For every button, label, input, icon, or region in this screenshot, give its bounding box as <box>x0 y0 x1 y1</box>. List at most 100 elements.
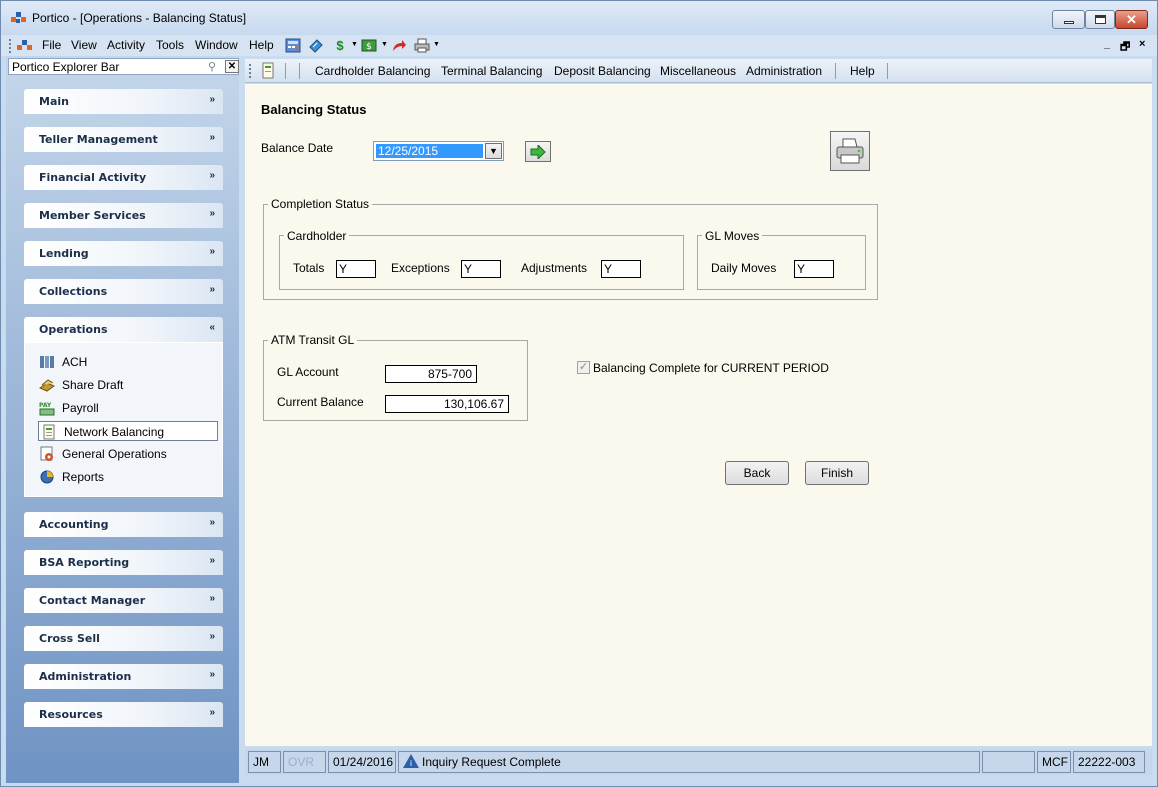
cardholder-title: Cardholder <box>284 229 350 243</box>
group-lending[interactable]: Lending » <box>24 241 223 266</box>
chevron-down-icon: » <box>209 246 215 257</box>
group-bsa-reporting[interactable]: BSA Reporting » <box>24 550 223 575</box>
menu-activity[interactable]: Activity <box>107 38 145 52</box>
cash-icon[interactable]: $ <box>360 37 378 54</box>
group-label: Member Services <box>39 209 146 222</box>
dollar-icon[interactable]: $ <box>331 37 349 54</box>
nav-miscellaneous[interactable]: Miscellaneous <box>660 64 736 78</box>
go-button[interactable] <box>525 141 551 162</box>
status-message: Inquiry Request Complete <box>422 755 561 769</box>
gl-account-field[interactable]: 875-700 <box>385 365 477 383</box>
dollar-dropdown-icon[interactable]: ▼ <box>351 41 358 48</box>
nav-administration[interactable]: Administration <box>746 64 822 78</box>
exceptions-label: Exceptions <box>391 261 450 275</box>
exceptions-field[interactable]: Y <box>461 260 501 278</box>
nav-terminal-balancing[interactable]: Terminal Balancing <box>441 64 542 78</box>
cash-dropdown-icon[interactable]: ▼ <box>381 41 388 48</box>
mdi-minimize-button[interactable]: _ <box>1104 38 1110 50</box>
totals-label: Totals <box>293 261 325 275</box>
nav-item-label: Share Draft <box>62 378 124 392</box>
redo-arrow-icon[interactable] <box>390 37 408 54</box>
nav-deposit-balancing[interactable]: Deposit Balancing <box>554 64 651 78</box>
svg-text:i: i <box>410 759 412 768</box>
payroll-icon: PAY <box>39 402 55 416</box>
group-operations[interactable]: Operations « <box>24 317 223 342</box>
mdi-restore-button[interactable]: 🗗 <box>1120 38 1130 57</box>
group-administration[interactable]: Administration » <box>24 664 223 689</box>
daily-moves-label: Daily Moves <box>711 261 777 275</box>
nav-item-payroll[interactable]: PAY Payroll <box>37 398 217 418</box>
toolbar-grip[interactable] <box>9 39 12 53</box>
close-button[interactable]: ✕ <box>1115 10 1148 29</box>
separator <box>285 63 286 79</box>
group-financial-activity[interactable]: Financial Activity » <box>24 165 223 190</box>
document-icon[interactable] <box>261 62 275 79</box>
calculator-icon[interactable] <box>284 37 302 54</box>
atm-transit-gl-title: ATM Transit GL <box>268 333 358 347</box>
maximize-button[interactable] <box>1085 10 1115 29</box>
group-label: Lending <box>39 247 89 260</box>
minimize-icon <box>1063 21 1074 24</box>
chevron-up-icon: « <box>209 322 215 333</box>
printer-icon[interactable] <box>413 37 431 54</box>
group-teller-management[interactable]: Teller Management » <box>24 127 223 152</box>
menu-help[interactable]: Help <box>249 38 274 52</box>
nav-help[interactable]: Help <box>850 64 875 78</box>
ach-icon <box>40 356 54 368</box>
group-resources[interactable]: Resources » <box>24 702 223 727</box>
print-button[interactable] <box>830 131 870 171</box>
daily-moves-field[interactable]: Y <box>794 260 834 278</box>
portico-menu-icon[interactable] <box>17 38 33 53</box>
toolbar-grip[interactable] <box>249 64 252 78</box>
explorer-close-button[interactable]: ✕ <box>225 60 239 73</box>
nav-item-reports[interactable]: Reports <box>37 467 217 487</box>
nav-item-label: Payroll <box>62 401 99 415</box>
chevron-down-icon: » <box>209 593 215 604</box>
card-icon[interactable] <box>307 37 325 54</box>
adjustments-field[interactable]: Y <box>601 260 641 278</box>
nav-item-share-draft[interactable]: Share Draft <box>37 375 217 395</box>
chevron-down-icon: » <box>209 707 215 718</box>
group-contact-manager[interactable]: Contact Manager » <box>24 588 223 613</box>
group-collections[interactable]: Collections » <box>24 279 223 304</box>
finish-button[interactable]: Finish <box>805 461 869 485</box>
balancing-complete-checkbox[interactable]: ✓ <box>577 361 590 374</box>
group-main[interactable]: Main » <box>24 89 223 114</box>
totals-field[interactable]: Y <box>336 260 376 278</box>
nav-item-network-balancing[interactable]: Network Balancing <box>38 421 218 441</box>
nav-item-label: General Operations <box>62 447 167 461</box>
group-cross-sell[interactable]: Cross Sell » <box>24 626 223 651</box>
printer-dropdown-icon[interactable]: ▼ <box>433 41 440 48</box>
group-accounting[interactable]: Accounting » <box>24 512 223 537</box>
nav-item-ach[interactable]: ACH <box>37 352 217 372</box>
group-label: Accounting <box>39 518 109 531</box>
pin-icon[interactable]: ⚲ <box>208 60 222 73</box>
menu-view[interactable]: View <box>71 38 97 52</box>
menu-tools[interactable]: Tools <box>156 38 184 52</box>
status-bar: JM OVR 01/24/2016 i Inquiry Request Compl… <box>245 749 1152 775</box>
nav-item-general-operations[interactable]: General Operations <box>37 444 217 464</box>
menu-window[interactable]: Window <box>195 38 238 52</box>
app-window: Portico - [Operations - Balancing Status… <box>0 0 1158 787</box>
nav-cardholder-balancing[interactable]: Cardholder Balancing <box>315 64 430 78</box>
status-user: JM <box>248 751 281 773</box>
status-code: MCF <box>1037 751 1071 773</box>
separator <box>299 63 300 79</box>
status-date: 01/24/2016 <box>328 751 396 773</box>
balancing-complete-label: Balancing Complete for CURRENT PERIOD <box>593 361 829 375</box>
minimize-button[interactable] <box>1052 10 1085 29</box>
mdi-close-button[interactable]: × <box>1139 38 1145 50</box>
menu-file[interactable]: File <box>42 38 61 52</box>
nav-item-label: Reports <box>62 470 105 484</box>
adjustments-label: Adjustments <box>521 261 588 275</box>
back-button[interactable]: Back <box>725 461 789 485</box>
group-label: Collections <box>39 285 108 298</box>
current-balance-field[interactable]: 130,106.67 <box>385 395 509 413</box>
chevron-down-icon[interactable]: ▼ <box>485 143 502 159</box>
page-title: Balancing Status <box>261 102 367 117</box>
chevron-down-icon: » <box>209 631 215 642</box>
group-member-services[interactable]: Member Services » <box>24 203 223 228</box>
operations-items: ACH Share Draft PAY Payroll Network Bala… <box>24 342 223 497</box>
group-label: Financial Activity <box>39 171 147 184</box>
balance-date-select[interactable]: 12/25/2015 ▼ <box>373 141 504 161</box>
